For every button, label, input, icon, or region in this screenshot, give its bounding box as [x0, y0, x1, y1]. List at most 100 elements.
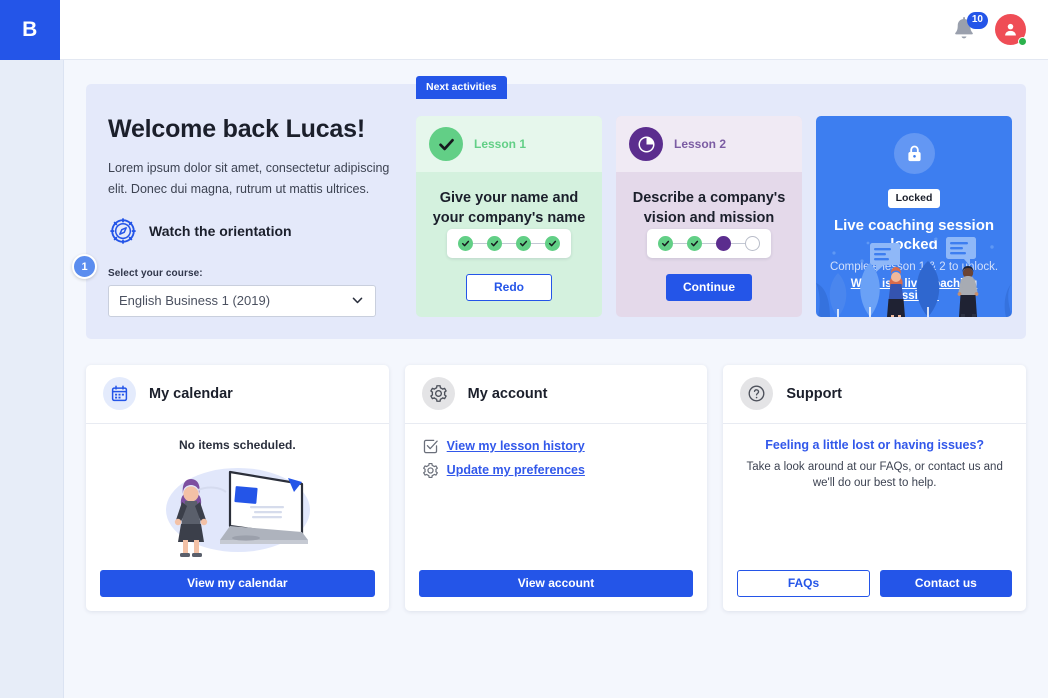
view-account-button[interactable]: View account — [418, 569, 694, 597]
top-bar: B 10 — [0, 0, 1048, 60]
account-card-title: My account — [467, 385, 548, 402]
live-coaching-card[interactable]: Locked Live coaching session locked Comp… — [816, 116, 1012, 317]
left-rail — [0, 60, 64, 698]
faqs-button[interactable]: FAQs — [737, 569, 870, 597]
support-text: Take a look around at our FAQs, or conta… — [746, 460, 1003, 490]
page-title: Welcome back Lucas! — [108, 115, 365, 143]
support-card-footer: FAQs Contact us — [723, 569, 1026, 611]
continue-button[interactable]: Continue — [666, 273, 752, 301]
pie-progress-icon — [637, 135, 655, 153]
main-content: 1 Welcome back Lucas! Lorem ipsum dolor … — [64, 60, 1048, 698]
account-icon-wrap — [421, 377, 455, 411]
calendar-card-header: My calendar — [86, 365, 389, 424]
compass-icon — [110, 217, 136, 244]
gear-icon — [422, 462, 438, 478]
chevron-down-icon — [352, 297, 363, 304]
welcome-description: Lorem ipsum dolor sit amet, consectetur … — [108, 161, 390, 196]
support-headline: Feeling a little lost or having issues? — [765, 437, 985, 452]
lesson-card-header: Lesson 2 — [616, 116, 802, 172]
lesson-tag: Lesson 1 — [474, 137, 527, 151]
lesson-card-body: Describe a company's vision and mission — [616, 172, 802, 317]
support-card-title: Support — [786, 385, 842, 402]
progress-connector — [531, 242, 545, 244]
avatar[interactable] — [995, 14, 1027, 46]
lesson-name: Give your name and your company's name — [432, 190, 586, 226]
progress-connector — [673, 242, 687, 244]
progress-connector — [502, 242, 516, 244]
calendar-icon-wrap — [103, 377, 136, 411]
check-circle-icon — [438, 138, 454, 150]
support-card: Support Feeling a little lost or having … — [723, 364, 1027, 611]
support-card-body: Feeling a little lost or having issues? … — [723, 424, 1026, 570]
top-bar-actions: 10 — [949, 11, 1048, 46]
locked-chip: Locked — [887, 189, 941, 208]
calendar-card: My calendar No items scheduled. View my … — [86, 364, 389, 611]
progress-dot-done — [487, 235, 502, 251]
lock-badge — [893, 133, 935, 174]
gear-icon — [429, 385, 447, 403]
course-select-label: Select your course: — [108, 267, 203, 279]
progress-dot-done — [516, 235, 531, 251]
account-card-header: My account — [404, 365, 708, 424]
progress-dot-empty — [745, 235, 760, 251]
check-icon — [490, 240, 499, 247]
online-status-dot — [1018, 37, 1027, 46]
lesson-card-body: Give your name and your company's name R… — [416, 172, 602, 317]
check-icon — [461, 240, 470, 247]
preferences-row[interactable]: Update my preferences — [422, 462, 691, 479]
next-activities-tab[interactable]: Next activities — [416, 76, 507, 99]
account-card: My account View my lesson history Update… — [404, 364, 708, 611]
app-root: B 10 1 Welcome back Lucas! Lorem ipsum d… — [0, 0, 1048, 698]
watch-orientation-link[interactable]: Watch the orientation — [108, 216, 398, 246]
account-card-body: View my lesson history Update my prefere… — [405, 424, 708, 570]
lesson-card-header: Lesson 1 — [416, 116, 602, 172]
support-card-header: Support — [723, 365, 1027, 424]
next-activities: Next activities Lesson 1 Give your name … — [416, 76, 1012, 317]
calendar-icon — [111, 385, 128, 402]
welcome-left: Welcome back Lucas! Lorem ipsum dolor si… — [108, 104, 398, 317]
dashboard-cards: My calendar No items scheduled. View my … — [86, 364, 1027, 611]
progress-connector — [702, 242, 716, 244]
notifications-button[interactable]: 10 — [949, 11, 988, 45]
progress-connector — [473, 242, 487, 244]
progress-dot-done — [458, 235, 473, 251]
lesson-name: Describe a company's vision and mission — [632, 190, 786, 226]
people-talking-illustration — [816, 236, 1012, 317]
question-circle-icon — [748, 385, 765, 402]
woman-with-laptop-illustration — [166, 467, 311, 557]
brand-logo[interactable]: B — [0, 0, 60, 60]
lock-icon — [907, 145, 921, 162]
lesson-history-link[interactable]: View my lesson history — [447, 439, 585, 453]
lesson-tag: Lesson 2 — [674, 137, 727, 151]
progress-dot-done — [687, 235, 702, 251]
calendar-card-body: No items scheduled. — [86, 424, 389, 570]
brand-logo-text: B — [22, 17, 38, 41]
progress-connector — [731, 242, 745, 244]
course-select-value: English Business 1 (2019) — [119, 293, 271, 309]
check-icon — [548, 240, 557, 247]
course-select[interactable]: English Business 1 (2019) — [108, 284, 376, 317]
calendar-card-title: My calendar — [149, 385, 233, 402]
step-badge: 1 — [72, 254, 97, 279]
checkbox-icon — [423, 439, 438, 453]
lesson-history-row[interactable]: View my lesson history — [422, 438, 691, 455]
contact-us-button[interactable]: Contact us — [879, 569, 1013, 597]
calendar-card-footer: View my calendar — [86, 569, 389, 611]
redo-button[interactable]: Redo — [466, 273, 552, 301]
user-avatar-icon — [1005, 23, 1016, 36]
lesson-card[interactable]: Lesson 2 Describe a company's vision and… — [616, 116, 802, 317]
lesson-status — [429, 127, 463, 161]
progress-dot-done — [658, 235, 673, 251]
lesson-card[interactable]: Lesson 1 Give your name and your company… — [416, 116, 602, 317]
progress-dot-done — [545, 235, 560, 251]
lesson-progress — [447, 228, 571, 258]
notification-count-badge: 10 — [966, 11, 988, 29]
preferences-link[interactable]: Update my preferences — [447, 463, 585, 477]
check-icon — [519, 240, 528, 247]
view-calendar-button[interactable]: View my calendar — [100, 569, 375, 597]
progress-dot-current — [716, 235, 731, 251]
watch-orientation-label: Watch the orientation — [149, 222, 292, 239]
calendar-empty-state: No items scheduled. — [178, 437, 296, 452]
account-card-footer: View account — [405, 569, 708, 611]
lesson-status — [629, 127, 663, 161]
